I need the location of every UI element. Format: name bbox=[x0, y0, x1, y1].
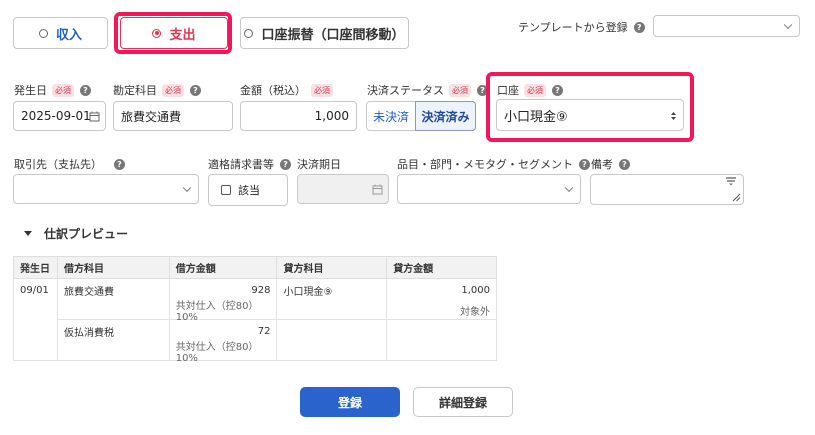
column-header: 貸方金額 bbox=[386, 256, 497, 279]
column-header: 貸方科目 bbox=[276, 256, 388, 279]
amount-input[interactable]: 1,000 bbox=[240, 101, 357, 131]
debit-amount-cell: 72 共対仕入（控80）10% bbox=[168, 319, 278, 364]
amount-label: 金額（税込） 必須 bbox=[240, 83, 333, 97]
credit-amount-cell bbox=[386, 319, 497, 361]
preview-title: 仕訳プレビュー bbox=[44, 226, 129, 241]
remarks-textarea[interactable] bbox=[590, 174, 744, 205]
settlement-due-label: 決済期日 bbox=[297, 158, 341, 171]
date-input[interactable]: 2025-09-01 bbox=[13, 101, 106, 131]
journal-preview-table: 発生日 借方科目 借方金額 貸方科目 貸方金額 09/01 旅費交通費 928 共… bbox=[13, 256, 497, 364]
income-radio-icon bbox=[38, 28, 48, 38]
required-badge: 必須 bbox=[311, 83, 333, 97]
partner-select[interactable] bbox=[13, 174, 199, 204]
column-header: 借方金額 bbox=[168, 256, 278, 279]
table-row: 仮払消費税 72 共対仕入（控80）10% bbox=[14, 319, 497, 364]
submit-button[interactable]: 登録 bbox=[300, 387, 400, 417]
checkbox-icon[interactable] bbox=[221, 185, 231, 195]
column-header: 発生日 bbox=[13, 256, 58, 279]
help-icon[interactable]: ? bbox=[114, 158, 125, 170]
transfer-tab-label: 口座振替（口座間移動） bbox=[261, 27, 405, 43]
table-header-row: 発生日 借方科目 借方金額 貸方科目 貸方金額 bbox=[13, 256, 497, 279]
table-row: 09/01 旅費交通費 928 共対仕入（控80）10% 小口現金⑨ 1,000 対… bbox=[13, 278, 497, 361]
date-label: 発生日 必須 ? bbox=[14, 83, 91, 97]
settlement-status-label: 決済ステータス 必須 ? bbox=[367, 83, 488, 97]
row-date: 09/01 bbox=[13, 278, 58, 361]
help-icon[interactable]: ? bbox=[619, 158, 630, 170]
resize-handle-icon[interactable] bbox=[732, 193, 741, 202]
help-icon[interactable]: ? bbox=[280, 158, 291, 170]
help-icon[interactable]: ? bbox=[579, 158, 590, 170]
template-select[interactable] bbox=[653, 15, 800, 37]
settlement-due-input[interactable] bbox=[297, 174, 389, 204]
partner-label: 取引先（支払先） ? bbox=[14, 157, 125, 171]
calendar-icon bbox=[372, 184, 383, 195]
caret-down-icon bbox=[24, 230, 32, 236]
account-item-input[interactable]: 旅費交通費 bbox=[113, 101, 233, 131]
template-label: テンプレートから登録 ? bbox=[518, 20, 645, 34]
expense-tab-highlight bbox=[114, 12, 232, 54]
preview-toggle[interactable]: 仕訳プレビュー bbox=[24, 226, 129, 241]
debit-amount-cell: 928 共対仕入（控80）10% bbox=[168, 278, 278, 323]
transfer-radio-icon bbox=[244, 28, 254, 38]
required-badge: 必須 bbox=[449, 83, 471, 97]
account-item-label: 勘定科目 必須 ? bbox=[113, 83, 201, 97]
help-icon[interactable]: ? bbox=[633, 21, 645, 33]
qualified-invoice-label: 適格請求書等 ? bbox=[208, 157, 291, 171]
settlement-status-toggle: 未決済 決済済み bbox=[366, 101, 476, 131]
chevron-down-icon bbox=[564, 183, 574, 193]
chevron-down-icon bbox=[182, 183, 192, 193]
debit-account-cell: 旅費交通費 bbox=[56, 278, 170, 320]
tags-select[interactable] bbox=[397, 174, 581, 204]
qualified-invoice-box[interactable]: 該当 bbox=[208, 174, 288, 206]
debit-account-cell: 仮払消費税 bbox=[56, 319, 170, 361]
menu-icon[interactable] bbox=[726, 177, 736, 186]
chevron-down-icon bbox=[783, 20, 793, 30]
calendar-icon[interactable] bbox=[89, 111, 100, 122]
credit-amount-cell: 1,000 対象外 bbox=[386, 278, 497, 320]
settlement-unpaid-option[interactable]: 未決済 bbox=[366, 101, 416, 131]
settlement-paid-option[interactable]: 決済済み bbox=[415, 101, 476, 131]
help-icon[interactable]: ? bbox=[80, 84, 91, 96]
credit-account-cell: 小口現金⑨ bbox=[276, 278, 388, 320]
credit-account-cell bbox=[276, 319, 388, 361]
wallet-highlight bbox=[486, 72, 694, 142]
help-icon[interactable]: ? bbox=[190, 84, 201, 96]
column-header: 借方科目 bbox=[56, 256, 170, 279]
detail-register-button[interactable]: 詳細登録 bbox=[413, 387, 513, 417]
remarks-label: 備考 ? bbox=[591, 157, 630, 171]
income-tab-label: 収入 bbox=[55, 27, 82, 43]
income-tab[interactable]: 収入 bbox=[13, 17, 108, 49]
required-badge: 必須 bbox=[52, 83, 74, 97]
required-badge: 必須 bbox=[162, 83, 184, 97]
transfer-tab[interactable]: 口座振替（口座間移動） bbox=[240, 17, 409, 49]
tags-label: 品目・部門・メモタグ・セグメント ? bbox=[397, 157, 590, 171]
